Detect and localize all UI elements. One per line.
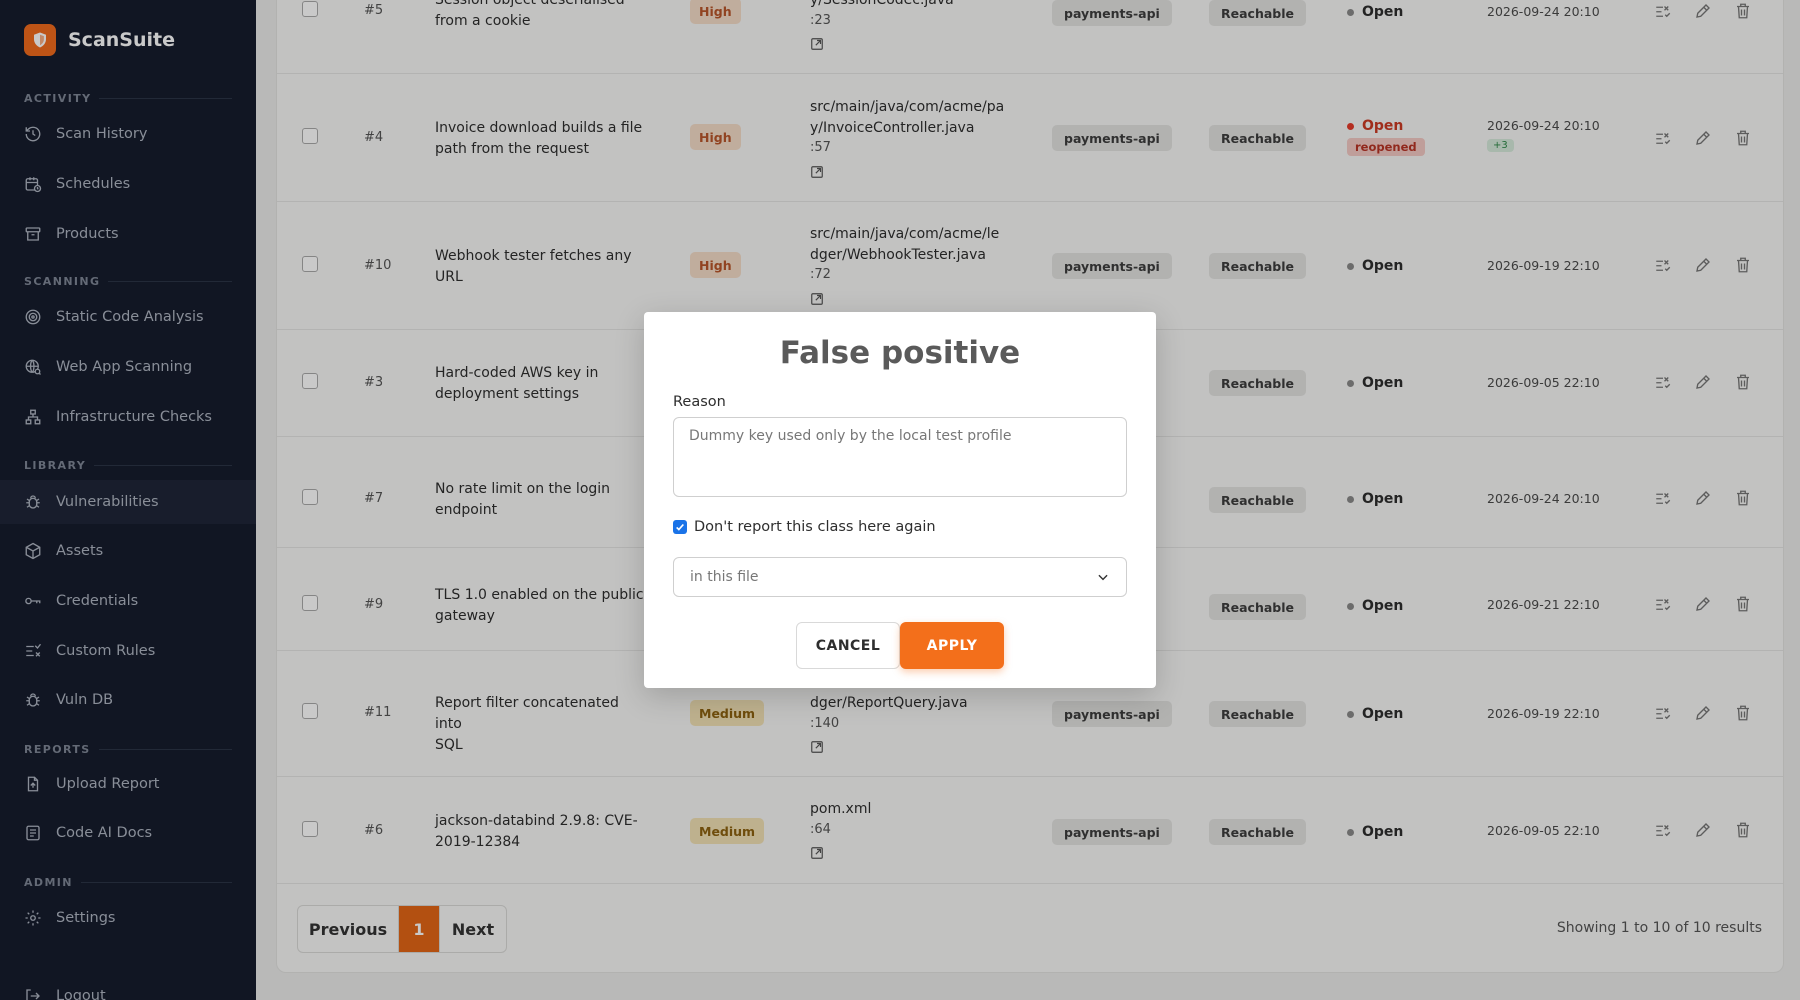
dont-report-again-checkbox[interactable]: Don't report this class here again [673,519,936,535]
reason-label: Reason [673,394,726,410]
cancel-button[interactable]: CANCEL [796,622,900,669]
scope-select-value: in this file [690,569,759,585]
chevron-down-icon [1098,574,1108,581]
checkbox-checked-icon[interactable] [673,520,687,534]
false-positive-dialog: False positive Reason Dummy key used onl… [644,312,1156,688]
dialog-title: False positive [779,335,1021,371]
scope-select[interactable]: in this file [673,557,1127,597]
checkbox-label: Don't report this class here again [694,519,936,535]
reason-textarea[interactable]: Dummy key used only by the local test pr… [673,417,1127,497]
apply-button[interactable]: APPLY [900,622,1004,669]
